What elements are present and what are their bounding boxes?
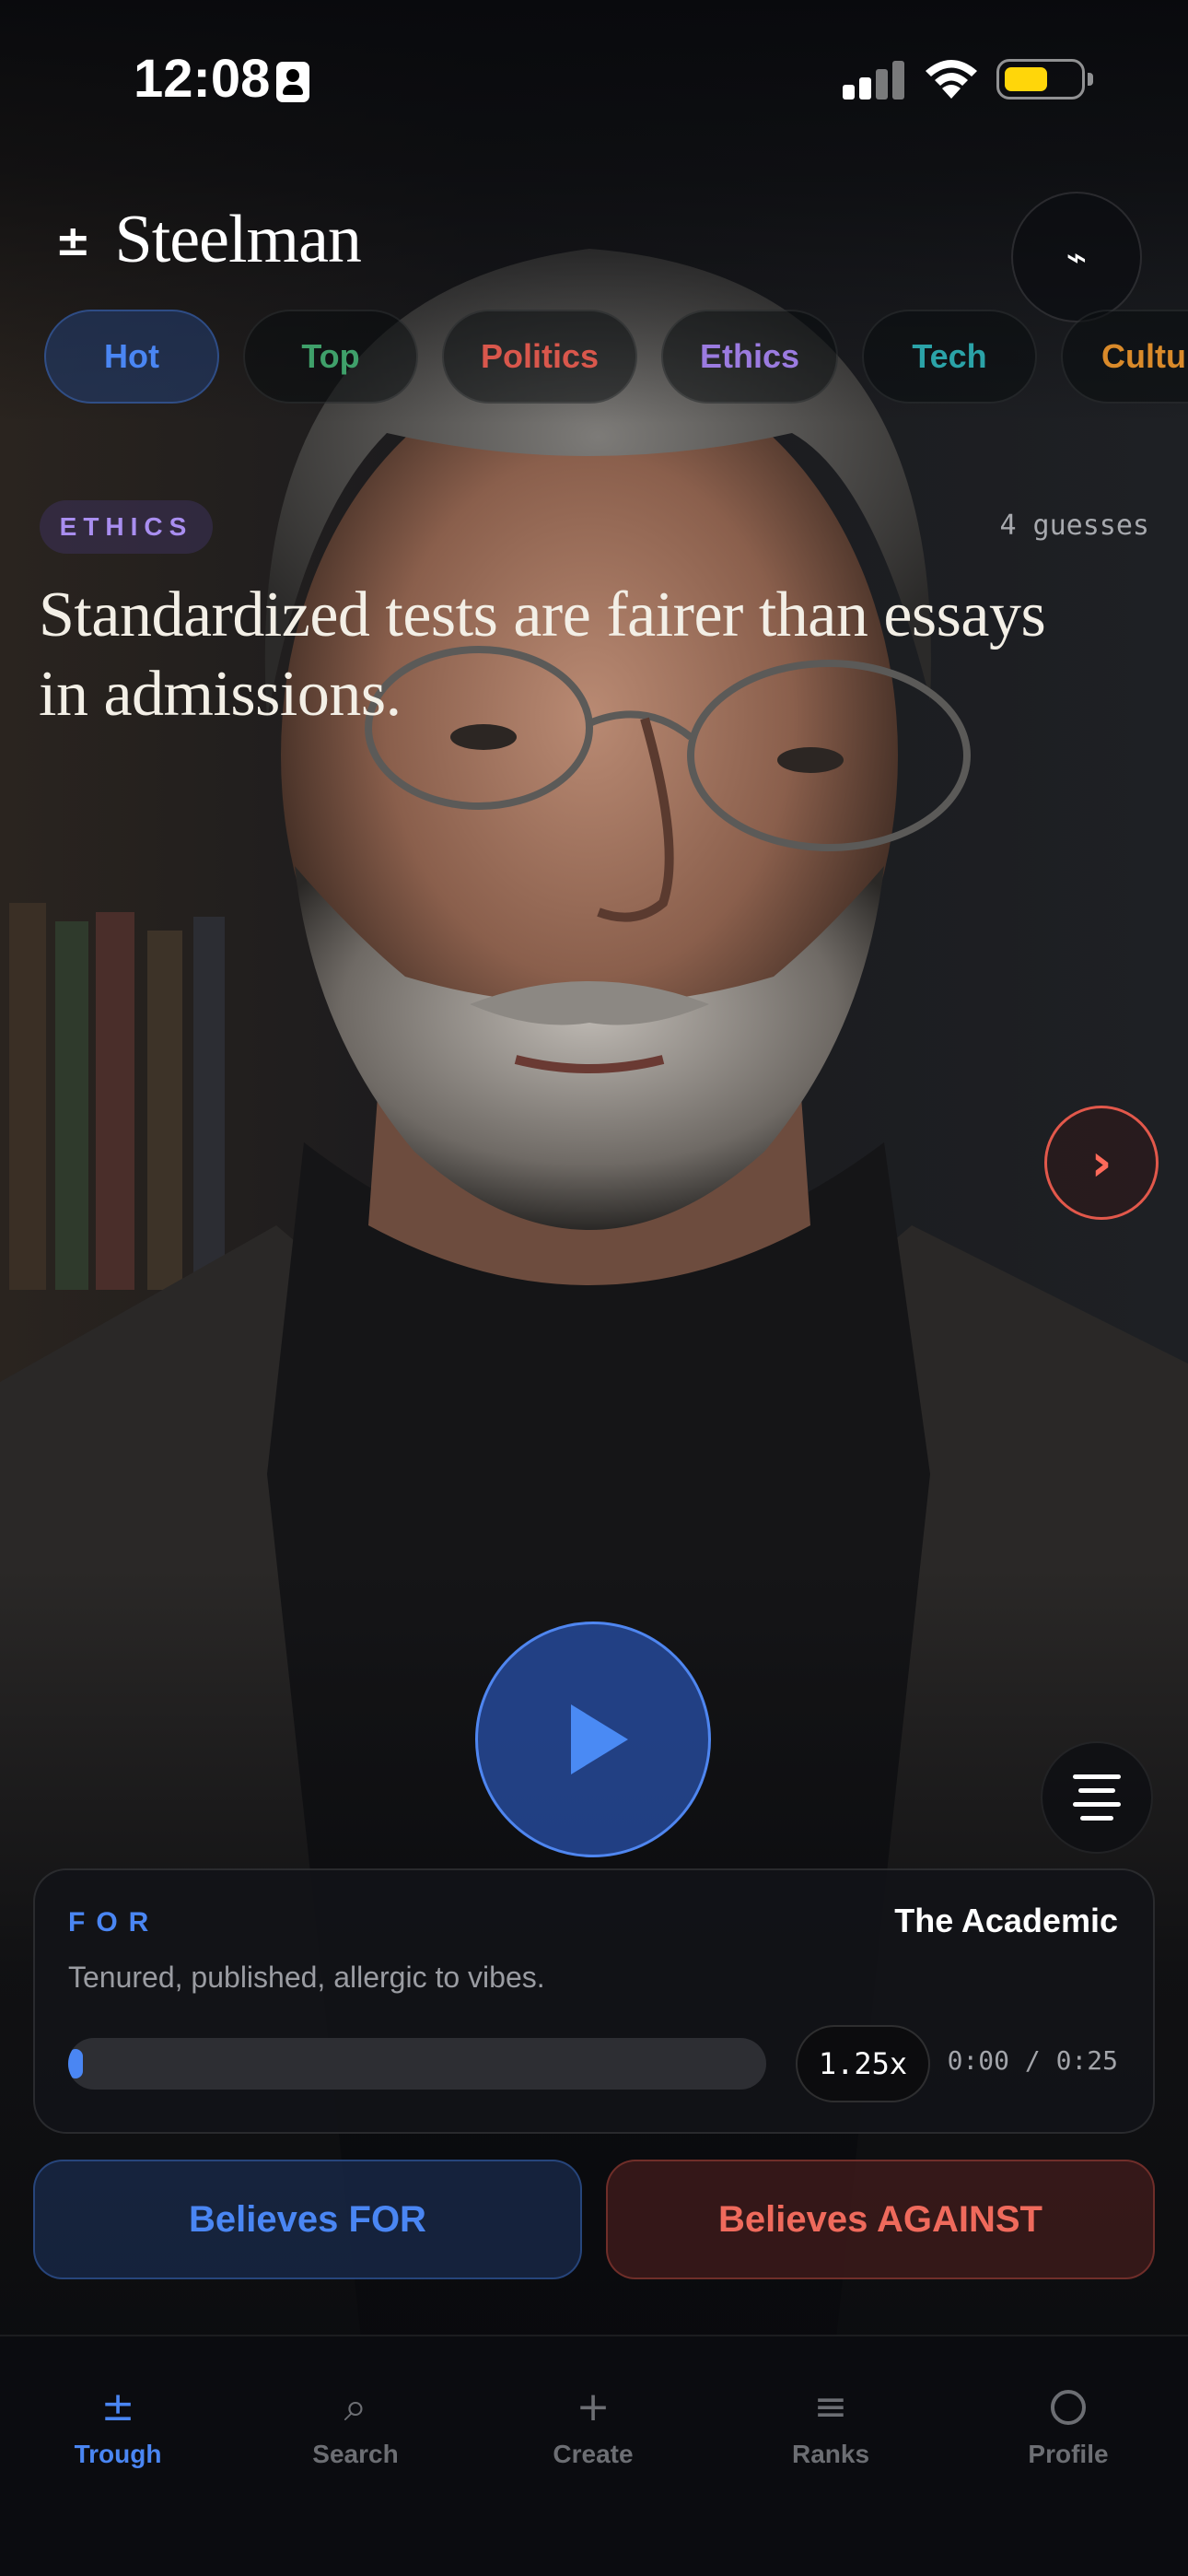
- plus-minus-logo-icon: ±: [55, 215, 91, 265]
- playback-speed-button[interactable]: 1.25x: [796, 2025, 930, 2102]
- chip-top[interactable]: Top: [243, 310, 418, 404]
- app-brand: ± Steelman: [55, 201, 362, 279]
- chevron-right-icon: ›: [1090, 1132, 1112, 1193]
- tab-create[interactable]: + Create: [483, 2381, 704, 2469]
- tab-ranks-label: Ranks: [791, 2440, 870, 2468]
- bottom-tab-bar: ± Trough ⌕ Search + Create ≡ Ranks Profi…: [0, 2335, 1188, 2576]
- chip-hot-label: Hot: [104, 337, 159, 375]
- lines-icon: [1073, 1774, 1121, 1779]
- chip-politics[interactable]: Politics: [442, 310, 637, 404]
- tab-profile[interactable]: Profile: [958, 2381, 1179, 2469]
- play-button[interactable]: [475, 1622, 711, 1857]
- next-topic-button[interactable]: ›: [1044, 1106, 1159, 1220]
- guess-count: 4 guesses: [999, 509, 1149, 542]
- search-icon: ⌕: [344, 2383, 367, 2430]
- persona-name: The Academic: [894, 1902, 1118, 1939]
- tab-ranks[interactable]: ≡ Ranks: [720, 2381, 941, 2469]
- app-title: Steelman: [114, 202, 362, 277]
- argument-player-card: FOR The Academic Tenured, published, all…: [33, 1868, 1155, 2134]
- chip-tech[interactable]: Tech: [862, 310, 1037, 404]
- battery-icon: [996, 59, 1093, 100]
- lightning-icon: ⌁: [1066, 237, 1088, 277]
- profile-icon: [1051, 2390, 1086, 2425]
- category-badge: ETHICS: [40, 500, 213, 554]
- playback-time: 0:00 / 0:25: [947, 2045, 1118, 2076]
- category-chip-bar[interactable]: Hot Top Politics Ethics Tech Culture: [44, 310, 1188, 405]
- tab-search-label: Search: [312, 2440, 399, 2468]
- contact-card-icon: [276, 62, 309, 102]
- cellular-signal-icon: [843, 61, 905, 100]
- chip-politics-label: Politics: [480, 337, 600, 375]
- audio-progress-knob[interactable]: [68, 2049, 83, 2078]
- plus-icon: +: [576, 2383, 611, 2430]
- plus-minus-icon: ±: [100, 2383, 135, 2430]
- status-time: 12:08: [134, 49, 271, 109]
- wifi-icon: [926, 60, 977, 99]
- tab-search[interactable]: ⌕ Search: [245, 2381, 466, 2469]
- chip-tech-label: Tech: [912, 337, 987, 375]
- chip-culture[interactable]: Culture: [1061, 310, 1188, 404]
- lightning-button[interactable]: ⌁: [1011, 192, 1142, 322]
- audio-progress-bar[interactable]: [68, 2038, 766, 2090]
- believes-against-button[interactable]: Believes AGAINST: [606, 2160, 1155, 2279]
- chip-culture-label: Culture: [1101, 337, 1188, 375]
- chip-ethics[interactable]: Ethics: [661, 310, 838, 404]
- believes-for-button[interactable]: Believes FOR: [33, 2160, 582, 2279]
- chip-top-label: Top: [301, 337, 360, 375]
- persona-tagline: Tenured, published, allergic to vibes.: [68, 1961, 545, 1994]
- debate-statement: Standardized tests are fairer than essay…: [39, 580, 1046, 730]
- list-icon: ≡: [813, 2383, 848, 2430]
- tab-profile-label: Profile: [1028, 2440, 1109, 2468]
- argument-side-label: FOR: [68, 1907, 160, 1938]
- chip-ethics-label: Ethics: [699, 337, 800, 375]
- tab-trough[interactable]: ± Trough: [7, 2381, 228, 2469]
- tab-create-label: Create: [553, 2440, 634, 2468]
- chip-hot[interactable]: Hot: [44, 310, 219, 404]
- tab-trough-label: Trough: [74, 2440, 162, 2468]
- play-icon: [571, 1704, 628, 1774]
- transcript-button[interactable]: [1041, 1741, 1153, 1854]
- status-bar: 12:08: [0, 0, 1188, 157]
